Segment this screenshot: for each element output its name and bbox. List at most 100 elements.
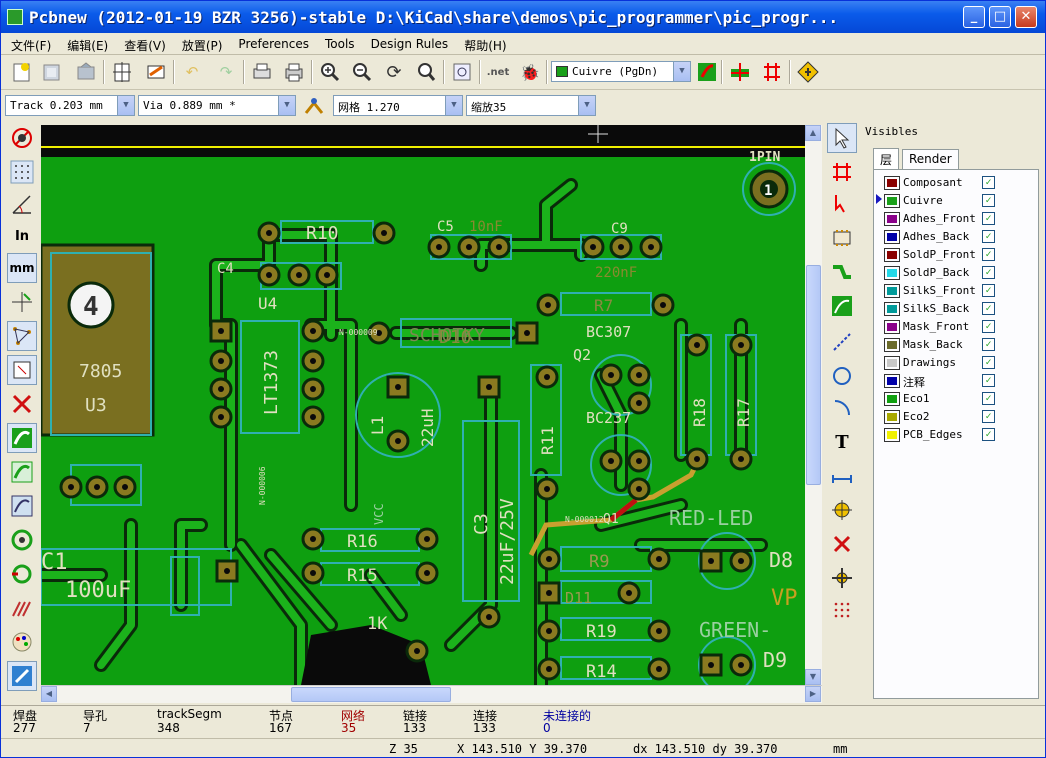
layer-row[interactable]: Eco2 ✓ <box>884 408 1034 426</box>
layer-visible-checkbox[interactable]: ✓ <box>982 230 995 243</box>
layer-color-swatch[interactable] <box>884 194 900 208</box>
add-arc-icon[interactable] <box>827 393 857 423</box>
scroll-right-icon[interactable]: ▶ <box>805 686 821 702</box>
scroll-left-icon[interactable]: ◀ <box>41 686 57 702</box>
menu-file[interactable]: 文件(F) <box>1 33 57 54</box>
tracks-sketch-icon[interactable] <box>7 593 37 623</box>
ratsnest-icon[interactable] <box>7 321 37 351</box>
layer-row[interactable]: Adhes_Back ✓ <box>884 228 1034 246</box>
zoom-fit-icon[interactable] <box>413 59 439 85</box>
layer-row[interactable]: Adhes_Front ✓ <box>884 210 1034 228</box>
layer-visible-checkbox[interactable]: ✓ <box>982 176 995 189</box>
vias-sketch-icon[interactable] <box>7 559 37 589</box>
page-settings-icon[interactable] <box>109 59 135 85</box>
layer-visible-checkbox[interactable]: ✓ <box>982 410 995 423</box>
layer-color-swatch[interactable] <box>884 374 900 388</box>
menu-preferences[interactable]: Preferences <box>228 33 315 51</box>
layer-row[interactable]: PCB_Edges ✓ <box>884 426 1034 444</box>
pads-sketch-icon[interactable] <box>7 525 37 555</box>
pcb-canvas[interactable]: R10 C5 10nF C9 220nF C4 U4 LT1373 7805 U… <box>41 125 822 685</box>
chevron-down-icon[interactable]: ▼ <box>278 96 295 115</box>
layer-row[interactable]: Eco1 ✓ <box>884 390 1034 408</box>
redo-icon[interactable]: ↷ <box>213 59 239 85</box>
module-editor-icon[interactable] <box>143 59 169 85</box>
layer-visible-checkbox[interactable]: ✓ <box>982 194 995 207</box>
layer-select[interactable]: Cuivre (PgDn) ▼ <box>551 61 691 82</box>
microwave-tools-icon[interactable] <box>7 661 37 691</box>
zoom-out-icon[interactable] <box>349 59 375 85</box>
layer-row[interactable]: SoldP_Back ✓ <box>884 264 1034 282</box>
select-tool-icon[interactable] <box>827 123 857 153</box>
mm-units-icon[interactable]: mm <box>7 253 37 283</box>
horizontal-scrollbar[interactable]: ◀ ▶ <box>41 685 822 703</box>
vertical-scroll-thumb[interactable] <box>806 265 821 485</box>
layer-color-swatch[interactable] <box>884 338 900 352</box>
track-width-select[interactable]: Track 0.203 mm ▼ <box>5 95 135 116</box>
plot-icon[interactable] <box>281 59 307 85</box>
scroll-up-icon[interactable]: ▲ <box>805 125 821 141</box>
drc-bug-icon[interactable]: 🐞 <box>517 59 543 85</box>
find-icon[interactable] <box>449 59 475 85</box>
layer-color-swatch[interactable] <box>884 392 900 406</box>
zoom-select[interactable]: 缩放35 ▼ <box>466 95 596 116</box>
add-zone-icon[interactable] <box>827 291 857 321</box>
add-dimension-icon[interactable] <box>827 461 857 491</box>
horizontal-scroll-thumb[interactable] <box>291 687 451 702</box>
tab-layers[interactable]: 层 <box>873 148 900 170</box>
new-board-icon[interactable] <box>9 59 35 85</box>
add-circle-icon[interactable] <box>827 361 857 391</box>
layer-visible-checkbox[interactable]: ✓ <box>982 212 995 225</box>
module-ratsnest-icon[interactable] <box>7 355 37 385</box>
save-board-icon[interactable] <box>73 59 99 85</box>
auto-track-width-icon[interactable] <box>301 93 327 119</box>
layer-visible-checkbox[interactable]: ✓ <box>982 374 995 387</box>
polar-coords-icon[interactable] <box>7 189 37 219</box>
zones-sketch-icon[interactable] <box>7 491 37 521</box>
layer-visible-checkbox[interactable]: ✓ <box>982 284 995 297</box>
layer-visible-checkbox[interactable]: ✓ <box>982 248 995 261</box>
via-size-select[interactable]: Via 0.889 mm * ▼ <box>138 95 296 116</box>
layer-visible-checkbox[interactable]: ✓ <box>982 266 995 279</box>
layer-row[interactable]: Drawings ✓ <box>884 354 1034 372</box>
tab-render[interactable]: Render <box>902 149 959 169</box>
layer-color-swatch[interactable] <box>884 356 900 370</box>
delete-unconnected-icon[interactable] <box>7 389 37 419</box>
local-ratsnest-icon[interactable] <box>827 189 857 219</box>
drc-off-icon[interactable] <box>7 123 37 153</box>
undo-icon[interactable]: ↶ <box>179 59 205 85</box>
chevron-down-icon[interactable]: ▼ <box>117 96 134 115</box>
scroll-down-icon[interactable]: ▼ <box>805 669 821 685</box>
layer-color-swatch[interactable] <box>884 176 900 190</box>
grid-toggle-icon[interactable] <box>7 157 37 187</box>
layer-row[interactable]: SilkS_Back ✓ <box>884 300 1034 318</box>
highlight-net-icon[interactable] <box>827 157 857 187</box>
chevron-down-icon[interactable]: ▼ <box>673 62 690 81</box>
layer-visible-checkbox[interactable]: ✓ <box>982 428 995 441</box>
layer-row[interactable]: SilkS_Front ✓ <box>884 282 1034 300</box>
maximize-button[interactable]: □ <box>989 6 1011 28</box>
layer-row[interactable]: 注释 ✓ <box>884 372 1034 390</box>
print-icon[interactable] <box>249 59 275 85</box>
redraw-icon[interactable]: ⟳ <box>381 59 407 85</box>
layer-color-swatch[interactable] <box>884 302 900 316</box>
auto-route-icon[interactable] <box>759 59 785 85</box>
set-origin-icon[interactable] <box>827 563 857 593</box>
menu-edit[interactable]: 编辑(E) <box>57 33 114 54</box>
layer-color-swatch[interactable] <box>884 284 900 298</box>
menu-place[interactable]: 放置(P) <box>172 33 229 54</box>
layer-visible-checkbox[interactable]: ✓ <box>982 320 995 333</box>
layer-visible-checkbox[interactable]: ✓ <box>982 392 995 405</box>
ratsnest-warning-icon[interactable] <box>795 59 821 85</box>
minimize-button[interactable]: _ <box>963 6 985 28</box>
layer-visible-checkbox[interactable]: ✓ <box>982 356 995 369</box>
high-contrast-icon[interactable] <box>7 627 37 657</box>
layer-color-swatch[interactable] <box>884 428 900 442</box>
layer-row[interactable]: SoldP_Front ✓ <box>884 246 1034 264</box>
layer-visible-checkbox[interactable]: ✓ <box>982 302 995 315</box>
zoom-in-icon[interactable] <box>317 59 343 85</box>
close-button[interactable]: ✕ <box>1015 6 1037 28</box>
layer-color-swatch[interactable] <box>884 410 900 424</box>
add-track-icon[interactable] <box>827 257 857 287</box>
menu-view[interactable]: 查看(V) <box>114 33 172 54</box>
pcb-board-drawing[interactable]: R10 C5 10nF C9 220nF C4 U4 LT1373 7805 U… <box>41 125 822 685</box>
